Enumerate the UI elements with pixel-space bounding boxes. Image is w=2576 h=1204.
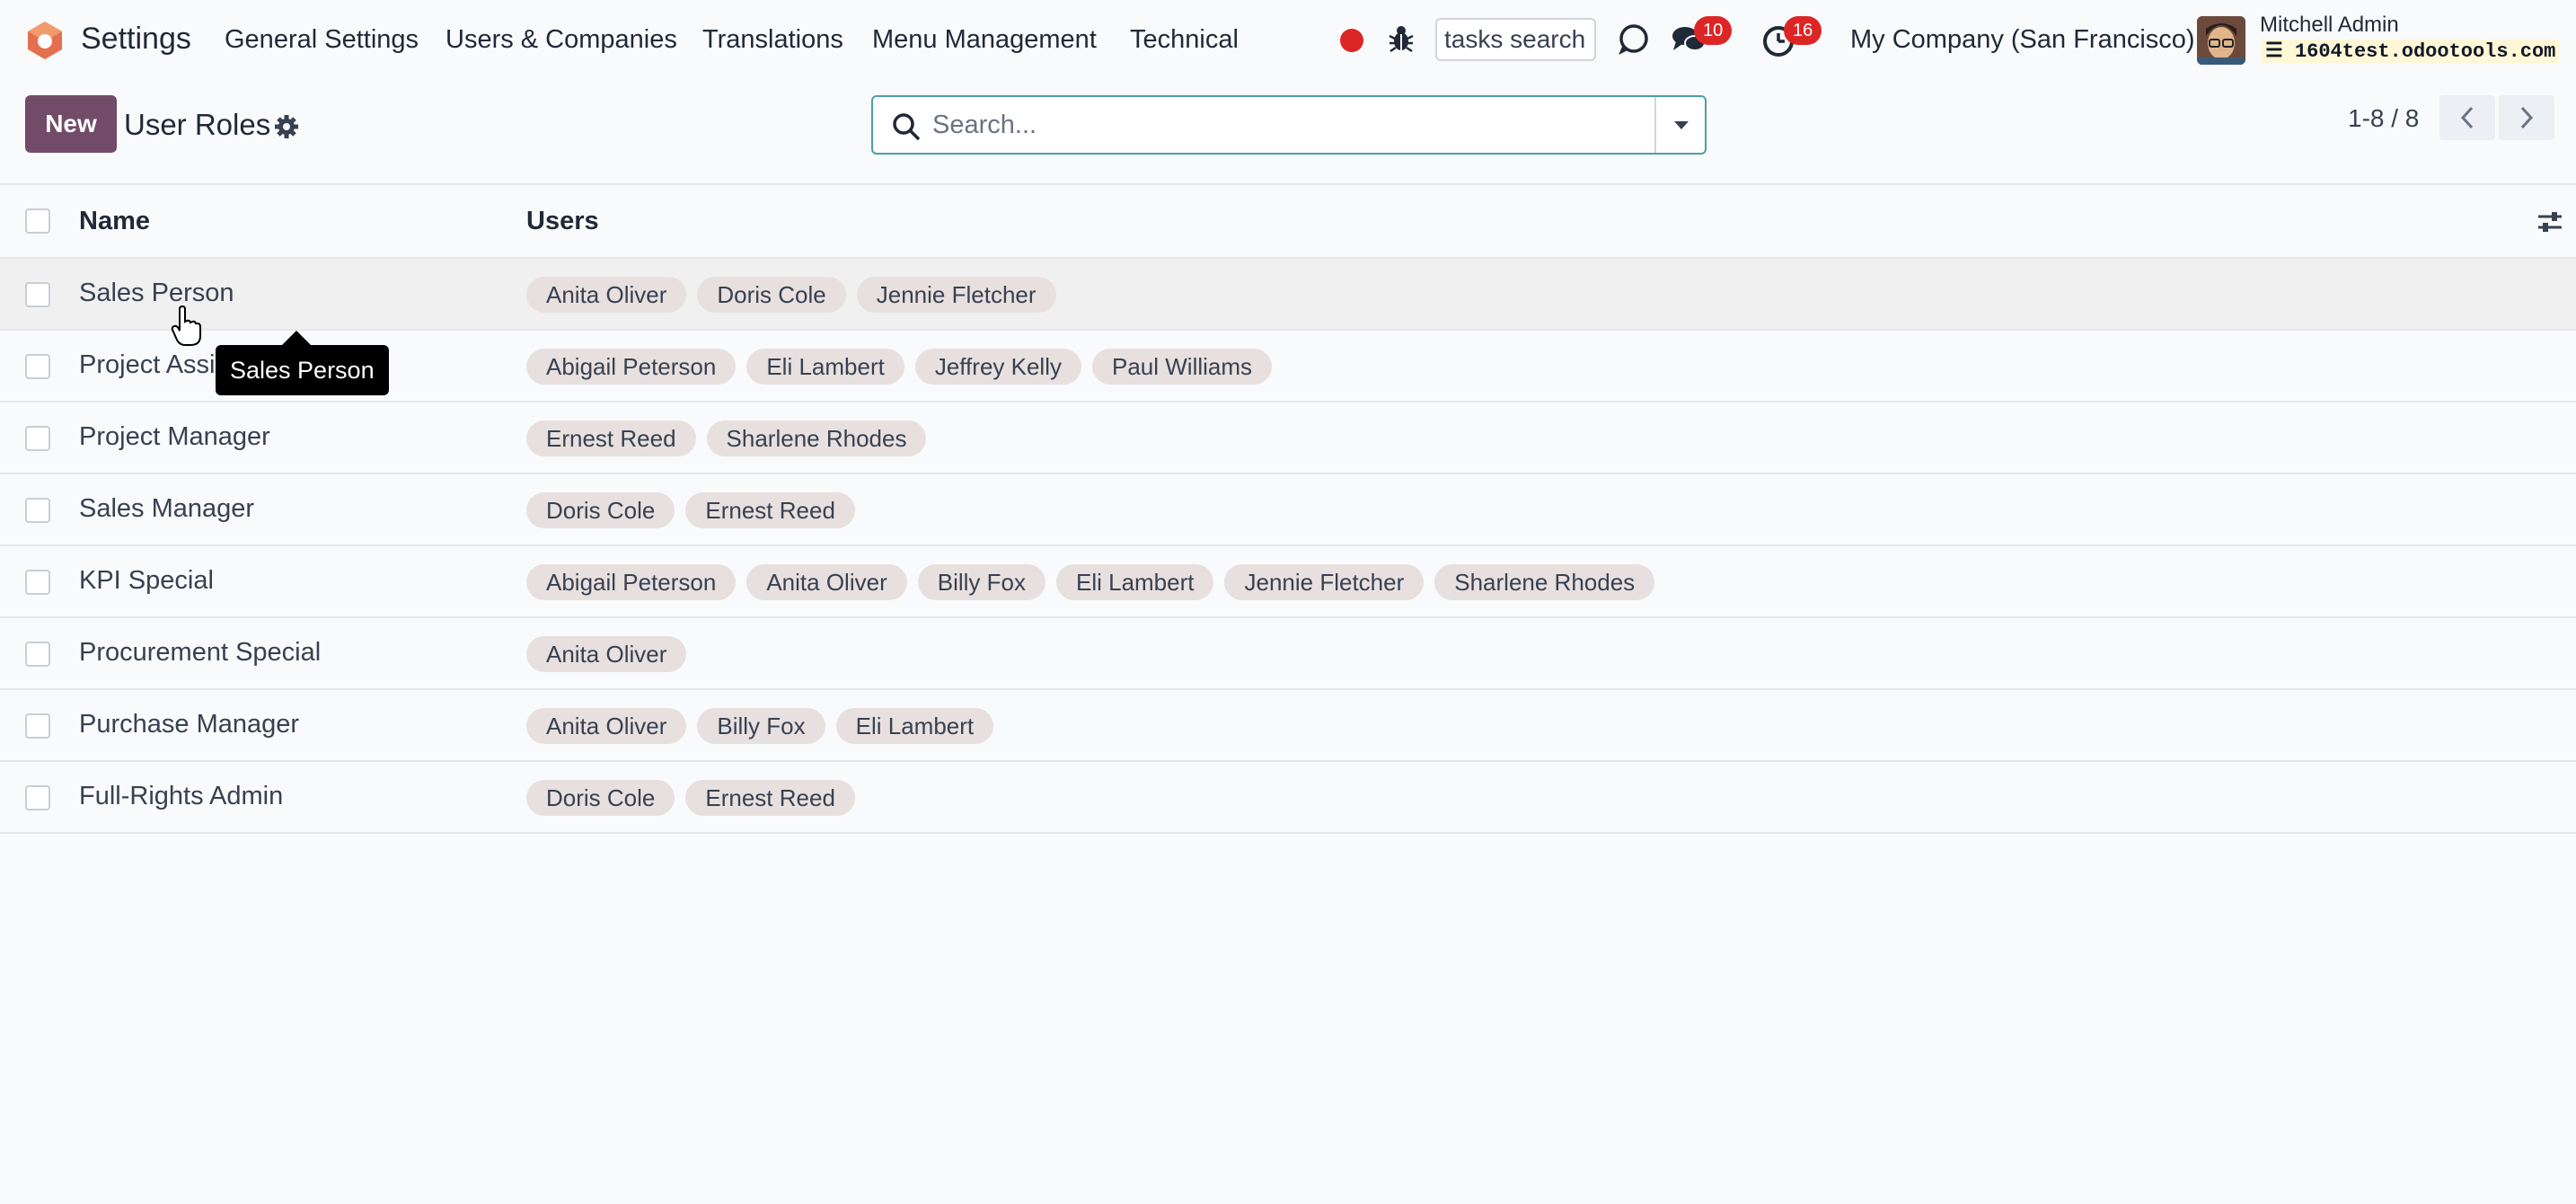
user-tag: Abigail Peterson xyxy=(526,349,737,385)
row-checkbox[interactable] xyxy=(25,570,50,595)
search-options-toggle[interactable] xyxy=(1658,97,1705,153)
users-cell: Abigail Peterson Anita Oliver Billy Fox Eli… xyxy=(526,564,1655,600)
menu-users-companies[interactable]: Users & Companies xyxy=(446,25,677,55)
user-roles-list: Name Users Sales Person Anita Oliver Doris… xyxy=(0,183,2576,834)
users-cell: Abigail Peterson Eli Lambert Jeffrey Kelly… xyxy=(526,349,1273,385)
table-row[interactable]: Sales Manager Doris Cole Ernest Reed xyxy=(0,474,2576,546)
row-checkbox[interactable] xyxy=(25,785,50,810)
app-logo-icon[interactable] xyxy=(25,20,65,61)
user-tag: Ernest Reed xyxy=(685,780,855,816)
user-tag: Anita Oliver xyxy=(746,564,907,600)
role-name-cell[interactable]: Sales Person xyxy=(79,279,234,308)
user-tag: Abigail Peterson xyxy=(526,564,737,600)
database-name: ☰ 1604test.odootools.com xyxy=(2262,40,2560,63)
user-tag: Anita Oliver xyxy=(526,636,687,672)
activities-count-badge: 16 xyxy=(1784,16,1822,45)
role-name-cell[interactable]: Project Manager xyxy=(79,422,270,452)
debug-bug-icon[interactable] xyxy=(1388,23,1415,54)
table-row[interactable]: Purchase Manager Anita Oliver Billy Fox Eli… xyxy=(0,690,2576,762)
company-switcher[interactable]: My Company (San Francisco) xyxy=(1850,25,2195,55)
role-name-cell[interactable]: Procurement Special xyxy=(79,638,321,668)
top-navbar: Settings General Settings Users & Compan… xyxy=(0,0,2576,81)
table-row[interactable]: Project Manager Ernest Reed Sharlene Rhode… xyxy=(0,403,2576,474)
user-tag: Paul Williams xyxy=(1091,349,1273,385)
users-cell: Doris Cole Ernest Reed xyxy=(526,492,855,528)
optional-columns-icon[interactable] xyxy=(2536,208,2563,235)
database-icon: ☰ xyxy=(2265,40,2283,63)
menu-translations[interactable]: Translations xyxy=(702,25,843,55)
list-header: Name Users xyxy=(0,183,2576,259)
user-tag: Ernest Reed xyxy=(685,492,855,528)
user-tag: Billy Fox xyxy=(917,564,1045,600)
pager-value[interactable]: 1-8 / 8 xyxy=(2348,104,2419,133)
gear-icon[interactable] xyxy=(273,113,300,140)
role-name-cell[interactable]: Full-Rights Admin xyxy=(79,782,283,811)
search-bar xyxy=(871,95,1707,155)
user-tag: Anita Oliver xyxy=(526,708,687,744)
user-tag: Jennie Fletcher xyxy=(1224,564,1425,600)
row-checkbox[interactable] xyxy=(25,426,50,451)
user-tag: Eli Lambert xyxy=(835,708,994,744)
user-tag: Sharlene Rhodes xyxy=(706,421,927,456)
user-tag: Eli Lambert xyxy=(746,349,904,385)
table-row[interactable]: KPI Special Abigail Peterson Anita Oliver B… xyxy=(0,546,2576,618)
role-name-cell[interactable]: Purchase Manager xyxy=(79,710,299,739)
column-header-name[interactable]: Name xyxy=(79,207,150,236)
tooltip-arrow xyxy=(282,331,311,345)
user-tag: Jennie Fletcher xyxy=(856,277,1056,313)
user-tag: Eli Lambert xyxy=(1055,564,1214,600)
column-header-users[interactable]: Users xyxy=(526,207,599,236)
search-input[interactable] xyxy=(932,102,1615,147)
page-title: User Roles xyxy=(124,108,271,141)
user-tag: Anita Oliver xyxy=(526,277,687,313)
role-name-cell[interactable]: Sales Manager xyxy=(79,494,254,524)
table-row[interactable]: Sales Person Anita Oliver Doris Cole Jennie… xyxy=(0,259,2576,331)
user-tag: Doris Cole xyxy=(697,277,846,313)
caret-down-icon xyxy=(1674,121,1689,129)
hand-pointer-icon xyxy=(171,305,201,346)
app-name[interactable]: Settings xyxy=(81,22,191,57)
database-label: 1604test.odootools.com xyxy=(2294,40,2556,63)
discuss-icon[interactable] xyxy=(1615,22,1651,58)
row-checkbox[interactable] xyxy=(25,713,50,739)
pager-next-button[interactable] xyxy=(2499,95,2554,140)
name-tooltip: Sales Person xyxy=(216,345,389,395)
pager-previous-button[interactable] xyxy=(2439,95,2495,140)
users-cell: Anita Oliver xyxy=(526,636,687,672)
new-button[interactable]: New xyxy=(25,95,117,153)
user-tag: Billy Fox xyxy=(697,708,825,744)
search-icon xyxy=(893,113,921,141)
row-checkbox[interactable] xyxy=(25,282,50,307)
users-cell: Ernest Reed Sharlene Rhodes xyxy=(526,421,927,456)
record-icon[interactable] xyxy=(1340,29,1363,52)
table-row[interactable]: Procurement Special Anita Oliver xyxy=(0,618,2576,690)
role-name-cell[interactable]: KPI Special xyxy=(79,566,214,596)
user-avatar[interactable] xyxy=(2197,16,2245,65)
menu-general-settings[interactable]: General Settings xyxy=(225,25,419,55)
users-cell: Doris Cole Ernest Reed xyxy=(526,780,855,816)
users-cell: Anita Oliver Doris Cole Jennie Fletcher xyxy=(526,277,1056,313)
chevron-left-icon xyxy=(2460,106,2474,129)
messages-count-badge: 10 xyxy=(1694,16,1733,45)
row-checkbox[interactable] xyxy=(25,642,50,667)
chevron-right-icon xyxy=(2520,106,2534,129)
table-row[interactable]: Full-Rights Admin Doris Cole Ernest Reed xyxy=(0,762,2576,834)
row-checkbox[interactable] xyxy=(25,354,50,379)
search-divider xyxy=(1654,97,1656,153)
row-checkbox[interactable] xyxy=(25,498,50,523)
user-tag: Doris Cole xyxy=(526,780,675,816)
user-name[interactable]: Mitchell Admin xyxy=(2260,13,2399,38)
menu-technical[interactable]: Technical xyxy=(1130,25,1239,55)
tasks-search-input[interactable] xyxy=(1435,18,1596,61)
user-tag: Sharlene Rhodes xyxy=(1434,564,1655,600)
user-tag: Jeffrey Kelly xyxy=(914,349,1081,385)
user-tag: Doris Cole xyxy=(526,492,675,528)
user-tag: Ernest Reed xyxy=(526,421,696,456)
users-cell: Anita Oliver Billy Fox Eli Lambert xyxy=(526,708,994,744)
select-all-checkbox[interactable] xyxy=(25,208,50,234)
menu-menu-management[interactable]: Menu Management xyxy=(872,25,1097,55)
